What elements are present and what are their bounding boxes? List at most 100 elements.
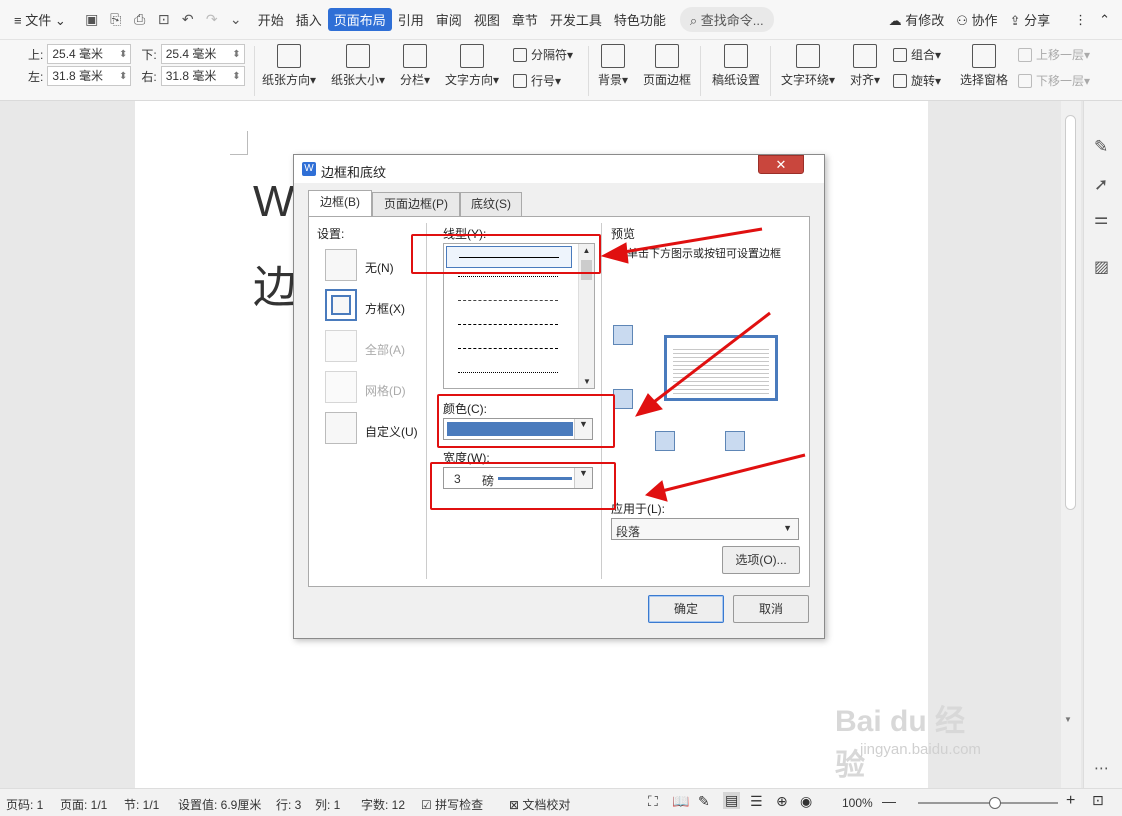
collapse-ribbon-icon[interactable]: ⌃ xyxy=(1093,12,1116,28)
line-style-dashed[interactable] xyxy=(458,324,558,325)
setting-box-label[interactable]: 方框(X) xyxy=(365,300,405,317)
margin-bottom-input[interactable]: 25.4 毫米 xyxy=(160,44,245,64)
tab-view[interactable]: 视图 xyxy=(468,10,506,29)
setting-grid-label[interactable]: 网格(D) xyxy=(365,382,406,399)
zoom-slider-knob[interactable] xyxy=(989,797,1002,809)
file-menu[interactable]: ≡ 文件 ⌄ xyxy=(8,10,72,29)
columns-label: 分栏 xyxy=(400,73,425,87)
tab-page-border[interactable]: 页面边框(P) xyxy=(372,192,460,216)
redo-icon[interactable]: ↷ xyxy=(202,10,222,30)
web-view-icon[interactable]: ⊕ xyxy=(776,793,788,810)
eye-protect-icon[interactable]: ◉ xyxy=(800,793,812,810)
collab-button[interactable]: ⚇ 协作 xyxy=(950,10,1003,29)
background-button[interactable]: 背景▾ xyxy=(598,44,628,88)
tab-border[interactable]: 边框(B) xyxy=(308,190,372,218)
selection-pane-button[interactable]: 选择窗格 xyxy=(960,44,1008,88)
vertical-scrollbar[interactable]: ▼ xyxy=(1061,101,1081,791)
menu-bar: ≡ 文件 ⌄ ▣ ⎘ ⎙ ⊡ ↶ ↷ ⌄ 开始 插入 页面布局 引用 审阅 视图… xyxy=(0,0,1122,40)
page-view-icon[interactable]: ▤ xyxy=(723,792,741,809)
undo-icon[interactable]: ↶ xyxy=(178,10,198,30)
outline-view-icon[interactable]: ☰ xyxy=(750,793,763,810)
line-number-button[interactable]: 行号 ▾ xyxy=(513,72,561,89)
tab-developer[interactable]: 开发工具 xyxy=(544,10,608,29)
spell-check-button[interactable]: ☑ 拼写检查 xyxy=(421,796,483,813)
margin-right-input[interactable]: 31.8 毫米 xyxy=(160,66,245,86)
setting-none-icon[interactable] xyxy=(325,249,357,281)
more-icon[interactable]: ⋮ xyxy=(1068,12,1093,28)
close-button[interactable]: ✕ xyxy=(758,155,804,174)
zoom-level[interactable]: 100% xyxy=(842,796,873,810)
export-icon[interactable]: ⎘ xyxy=(106,10,126,30)
tab-start[interactable]: 开始 xyxy=(252,10,290,29)
columns-button[interactable]: 分栏▾ xyxy=(400,44,430,88)
apply-to-select[interactable]: 段落 ▼ xyxy=(611,518,799,540)
dialog-title: 边框和底纹 xyxy=(321,165,387,180)
zoom-out-button[interactable]: — xyxy=(882,793,896,809)
paper-size-button[interactable]: 纸张大小▾ xyxy=(331,44,385,88)
fullscreen-icon[interactable]: ⛶ xyxy=(648,793,658,810)
tab-chapter[interactable]: 章节 xyxy=(506,10,544,29)
rotate-button[interactable]: 旋转 ▾ xyxy=(893,72,941,89)
fit-page-icon[interactable]: ⊡ xyxy=(1092,792,1104,809)
settings-sliders-icon[interactable]: ⚌ xyxy=(1094,209,1108,229)
bring-forward-button[interactable]: 上移一层 ▾ xyxy=(1018,46,1090,63)
setting-custom-label[interactable]: 自定义(U) xyxy=(365,423,418,440)
tab-shading[interactable]: 底纹(S) xyxy=(460,192,522,216)
more-quick-icon[interactable]: ⌄ xyxy=(226,10,246,30)
separator-button[interactable]: 分隔符 ▾ xyxy=(513,46,573,63)
cancel-button[interactable]: 取消 xyxy=(733,595,809,623)
image-icon[interactable]: ▨ xyxy=(1094,257,1109,277)
print-icon[interactable]: ⎙ xyxy=(130,10,150,30)
options-button[interactable]: 选项(O)... xyxy=(722,546,800,574)
setting-grid-icon[interactable] xyxy=(325,371,357,403)
line-style-dash-dot-dot[interactable] xyxy=(458,372,558,373)
selection-pane-icon xyxy=(972,44,996,68)
tab-review[interactable]: 审阅 xyxy=(430,10,468,29)
annotation-box-width xyxy=(430,462,616,510)
select-cursor-icon[interactable]: ➚ xyxy=(1094,175,1108,195)
manuscript-button[interactable]: 稿纸设置 xyxy=(712,44,760,88)
panel-divider xyxy=(426,223,427,579)
tab-page-layout[interactable]: 页面布局 xyxy=(327,8,392,31)
margin-left-input[interactable]: 31.8 毫米 xyxy=(47,66,132,86)
edit-icon[interactable]: ✎ xyxy=(1094,137,1108,157)
background-label: 背景 xyxy=(598,73,623,87)
wps-logo-icon: W xyxy=(302,162,316,176)
save-icon[interactable]: ▣ xyxy=(82,10,102,30)
setting-all-icon[interactable] xyxy=(325,330,357,362)
scroll-down-arrow[interactable]: ▼ xyxy=(1064,715,1072,724)
share-button[interactable]: ⇪ 分享 xyxy=(1004,10,1057,29)
line-style-dotted[interactable] xyxy=(458,276,558,277)
dialog-titlebar[interactable]: W 边框和底纹 xyxy=(294,155,824,183)
read-mode-icon[interactable]: 📖 xyxy=(672,793,689,810)
setting-none-label[interactable]: 无(N) xyxy=(365,259,394,276)
modified-button[interactable]: ☁ 有修改 xyxy=(883,10,951,29)
text-wrap-button[interactable]: 文字环绕▾ xyxy=(781,44,835,88)
tab-features[interactable]: 特色功能 xyxy=(608,10,672,29)
scroll-thumb[interactable] xyxy=(1065,115,1076,510)
setting-all-label[interactable]: 全部(A) xyxy=(365,341,405,358)
send-backward-button[interactable]: 下移一层 ▾ xyxy=(1018,72,1090,89)
line-number-icon xyxy=(513,73,527,88)
page-border-button[interactable]: 页面边框 xyxy=(643,44,691,88)
margin-top-input[interactable]: 25.4 毫米 xyxy=(47,44,132,64)
zoom-slider[interactable] xyxy=(918,797,1058,809)
write-mode-icon[interactable]: ✎ xyxy=(698,793,710,810)
status-words[interactable]: 字数: 12 xyxy=(361,796,405,813)
setting-custom-icon[interactable] xyxy=(325,412,357,444)
ok-button[interactable]: 确定 xyxy=(648,595,724,623)
preview-icon[interactable]: ⊡ xyxy=(154,10,174,30)
setting-box-icon[interactable] xyxy=(325,289,357,321)
text-direction-button[interactable]: 文字方向▾ xyxy=(445,44,499,88)
align-button[interactable]: 对齐▾ xyxy=(850,44,880,88)
line-style-dash-small[interactable] xyxy=(458,300,558,301)
tab-reference[interactable]: 引用 xyxy=(392,10,430,29)
group-button[interactable]: 组合 ▾ xyxy=(893,46,941,63)
line-style-dash-dot[interactable] xyxy=(458,348,558,349)
orientation-button[interactable]: 纸张方向▾ xyxy=(262,44,316,88)
doc-proof-button[interactable]: ⊠ 文档校对 xyxy=(509,796,570,813)
zoom-in-button[interactable]: + xyxy=(1066,792,1075,810)
tab-insert[interactable]: 插入 xyxy=(290,10,328,29)
search-input[interactable]: ⌕ 查找命令... xyxy=(679,7,774,32)
more-dots-icon[interactable]: ⋯ xyxy=(1094,759,1109,777)
